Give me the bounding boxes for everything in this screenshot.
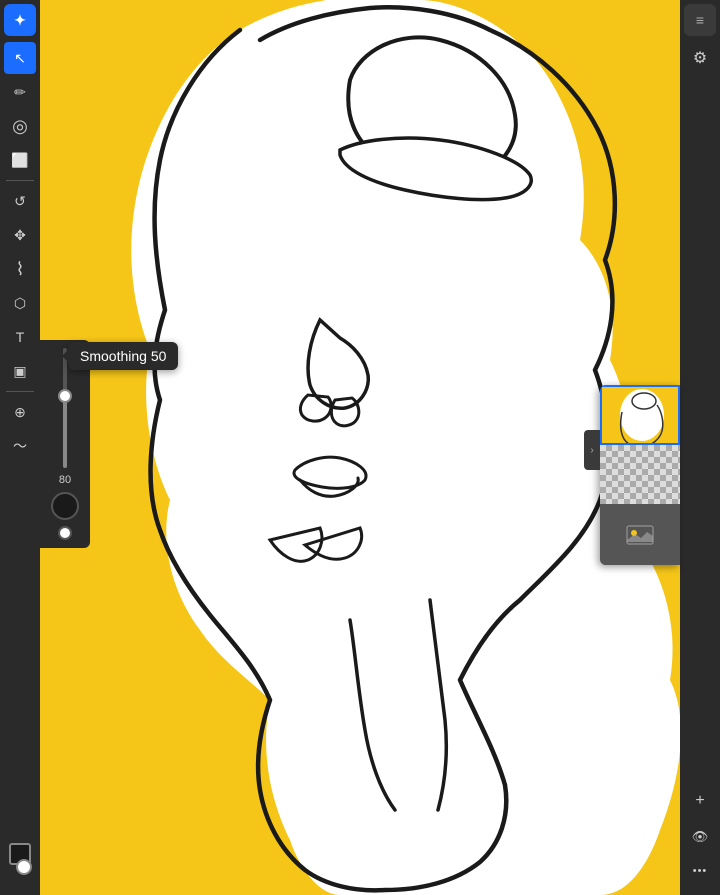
- image-icon: ▣: [13, 364, 26, 378]
- layer-2-thumbnail: [600, 445, 680, 505]
- right-app-symbol: ≡: [696, 12, 704, 28]
- layer-item-3[interactable]: [600, 505, 680, 565]
- layer-3-thumbnail: [600, 505, 680, 565]
- brush-opacity-preview[interactable]: [58, 526, 72, 540]
- add-layer-btn[interactable]: +: [684, 785, 716, 817]
- slider-thumb[interactable]: [58, 389, 72, 403]
- tool-select[interactable]: ↖: [4, 42, 36, 74]
- layer-item-1[interactable]: [600, 385, 680, 445]
- tool-text[interactable]: T: [4, 321, 36, 353]
- eye-icon: 👁: [692, 829, 709, 845]
- text-icon: T: [16, 330, 25, 344]
- tool-move[interactable]: ✥: [4, 219, 36, 251]
- color-picker-icon: ⊕: [14, 405, 26, 419]
- layer-item-2[interactable]: [600, 445, 680, 505]
- tool-warp[interactable]: 〜: [4, 430, 36, 462]
- tool-draw[interactable]: ✏: [4, 76, 36, 108]
- draw-icon: ✏: [14, 85, 26, 99]
- divider-1: [6, 180, 34, 181]
- left-toolbar: ✦ ↖ ✏ ◎ ⬜ ↺ ✥ ⌇ ⬡ T ▣ ⊕ 〜: [0, 0, 40, 895]
- move-icon: ✥: [14, 228, 26, 242]
- brush-size-value: 80: [59, 474, 71, 486]
- layers-panel-collapse-handle[interactable]: ›: [584, 430, 600, 470]
- settings-icon: ⚙: [693, 48, 707, 68]
- tool-paint[interactable]: ◎: [4, 110, 36, 142]
- visibility-btn[interactable]: 👁: [684, 821, 716, 853]
- smoothing-tooltip: Smoothing 50: [68, 342, 178, 370]
- brush-size-panel: 80: [40, 340, 90, 548]
- tool-color-picker[interactable]: ⊕: [4, 396, 36, 428]
- app-icon: ✦: [4, 4, 36, 36]
- right-settings-btn[interactable]: ⚙: [684, 42, 716, 74]
- tool-undo[interactable]: ↺: [4, 185, 36, 217]
- tool-brush[interactable]: ⌇: [4, 253, 36, 285]
- select-icon: ↖: [14, 51, 26, 65]
- tool-shape[interactable]: ⬡: [4, 287, 36, 319]
- warp-icon: 〜: [13, 439, 27, 453]
- undo-icon: ↺: [14, 194, 26, 208]
- slider-track: [63, 348, 67, 468]
- more-icon: •••: [693, 865, 708, 877]
- layers-panel: [600, 385, 680, 565]
- shape-icon: ⬡: [14, 296, 26, 310]
- fill-color-swatch[interactable]: [16, 859, 32, 875]
- right-toolbar: ≡ ⚙ + 👁 •••: [680, 0, 720, 895]
- brush-icon: ⌇: [16, 260, 25, 278]
- brush-color-preview[interactable]: [51, 492, 79, 520]
- smoothing-label: Smoothing 50: [80, 348, 166, 364]
- chevron-right-icon: ›: [590, 445, 593, 456]
- tool-erase[interactable]: ⬜: [4, 144, 36, 176]
- paint-icon: ◎: [12, 117, 28, 135]
- tool-image[interactable]: ▣: [4, 355, 36, 387]
- layer-1-thumbnail: [602, 387, 680, 445]
- divider-2: [6, 391, 34, 392]
- erase-icon: ⬜: [11, 153, 28, 167]
- right-app-icon: ≡: [684, 4, 716, 36]
- more-options-btn[interactable]: •••: [684, 855, 716, 887]
- slider-fill: [63, 396, 67, 468]
- add-layer-icon: +: [695, 792, 704, 810]
